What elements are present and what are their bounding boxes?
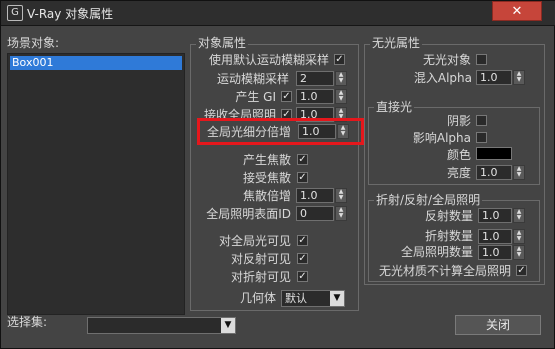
vray-object-properties-window: G V-Ray 对象属性 ✕ 场景对象: Box001 选择集: ▼ 对象属性 … bbox=[0, 0, 555, 349]
mb-samples-label: 运动模糊采样 bbox=[216, 72, 289, 86]
spinner-down-icon[interactable]: ▼ bbox=[336, 96, 346, 102]
color-swatch[interactable] bbox=[476, 147, 512, 160]
generate-caustics-checkbox[interactable]: ✓ bbox=[297, 154, 308, 165]
caustics-mult-label: 焦散倍增 bbox=[242, 189, 291, 203]
visible-to-reflections-checkbox[interactable]: ✓ bbox=[297, 253, 308, 264]
close-button[interactable]: 关闭 bbox=[455, 315, 541, 335]
visible-to-gi-label: 对全局光可见 bbox=[218, 234, 291, 248]
generate-gi-label: 产生 GI bbox=[235, 90, 276, 104]
visible-to-gi-checkbox[interactable]: ✓ bbox=[297, 235, 308, 246]
visible-to-refractions-label: 对折射可见 bbox=[230, 270, 291, 284]
use-default-mb-label: 使用默认运动模糊采样 bbox=[208, 53, 329, 67]
alpha-contribution-value[interactable]: 1.0 bbox=[476, 70, 512, 85]
gi-amount-spinner[interactable]: 1.0 ▲ ▼ bbox=[478, 245, 525, 260]
mb-samples-spinner[interactable]: 2 ▲ ▼ bbox=[296, 71, 347, 86]
gi-amount-label: 全局照明数量 bbox=[400, 245, 473, 259]
spinner-down-icon[interactable]: ▼ bbox=[336, 213, 346, 219]
no-gi-on-other-label: 无光材质不计算全局照明 bbox=[378, 264, 511, 278]
alpha-contribution-label: 混入Alpha bbox=[413, 71, 472, 85]
highlight-annotation-box bbox=[197, 118, 364, 145]
caustics-mult-value[interactable]: 1.0 bbox=[296, 188, 334, 203]
receive-caustics-label: 接受焦散 bbox=[242, 171, 291, 185]
generate-gi-spinner[interactable]: 1.0 ▲ ▼ bbox=[296, 89, 347, 104]
generate-caustics-label: 产生焦散 bbox=[242, 153, 291, 167]
chevron-down-icon: ▼ bbox=[221, 318, 235, 333]
spinner-down-icon[interactable]: ▼ bbox=[514, 215, 524, 221]
title-bar: G V-Ray 对象属性 ✕ bbox=[1, 1, 555, 26]
selection-set-dropdown[interactable]: ▼ bbox=[87, 317, 236, 334]
spinner-down-icon[interactable]: ▼ bbox=[514, 236, 524, 242]
refraction-amount-value[interactable]: 1.0 bbox=[478, 208, 512, 223]
refraction-amount-label: 反射数量 bbox=[424, 209, 473, 223]
spinner-down-icon[interactable]: ▼ bbox=[514, 77, 524, 83]
scene-objects-list[interactable]: Box001 bbox=[7, 53, 185, 315]
spinner-down-icon[interactable]: ▼ bbox=[514, 172, 524, 178]
gi-surface-id-label: 全局照明表面ID bbox=[206, 207, 291, 221]
color-label: 颜色 bbox=[446, 148, 471, 162]
window-title: V-Ray 对象属性 bbox=[27, 7, 114, 21]
generate-gi-value[interactable]: 1.0 bbox=[296, 89, 334, 104]
spinner-down-icon[interactable]: ▼ bbox=[336, 195, 346, 201]
brightness-label: 亮度 bbox=[446, 166, 471, 180]
affect-alpha-label: 影响Alpha bbox=[412, 131, 471, 145]
shadows-label: 阴影 bbox=[446, 114, 471, 128]
brightness-value[interactable]: 1.0 bbox=[476, 165, 512, 180]
gi-surface-id-value[interactable]: 0 bbox=[296, 206, 334, 221]
no-gi-on-other-checkbox[interactable]: ✓ bbox=[516, 265, 527, 276]
matte-properties-group-label: 无光属性 bbox=[370, 36, 423, 50]
caustics-mult-spinner[interactable]: 1.0 ▲ ▼ bbox=[296, 188, 347, 203]
selection-set-label: 选择集: bbox=[7, 315, 48, 329]
list-item[interactable]: Box001 bbox=[10, 56, 182, 70]
gi-amount-value[interactable]: 1.0 bbox=[478, 245, 512, 260]
visible-to-refractions-checkbox[interactable]: ✓ bbox=[297, 271, 308, 282]
direct-light-group-label: 直接光 bbox=[374, 100, 415, 114]
receive-caustics-checkbox[interactable]: ✓ bbox=[297, 172, 308, 183]
gi-surface-id-spinner[interactable]: 0 ▲ ▼ bbox=[296, 206, 347, 221]
brightness-spinner[interactable]: 1.0 ▲ ▼ bbox=[476, 165, 525, 180]
mb-samples-value[interactable]: 2 bbox=[296, 71, 334, 86]
spinner-down-icon[interactable]: ▼ bbox=[514, 252, 524, 258]
reflection-amount-spinner[interactable]: 1.0 ▲ ▼ bbox=[478, 229, 525, 244]
visible-to-reflections-label: 对反射可见 bbox=[230, 252, 291, 266]
object-properties-group-label: 对象属性 bbox=[196, 36, 249, 50]
geometry-dropdown[interactable]: 默认 ▼ bbox=[281, 290, 345, 307]
spinner-down-icon[interactable]: ▼ bbox=[336, 78, 346, 84]
geometry-label: 几何体 bbox=[239, 291, 276, 305]
alpha-contribution-spinner[interactable]: 1.0 ▲ ▼ bbox=[476, 70, 525, 85]
matte-object-checkbox[interactable] bbox=[476, 54, 487, 65]
affect-alpha-checkbox[interactable] bbox=[476, 132, 487, 143]
reflection-amount-value[interactable]: 1.0 bbox=[478, 229, 512, 244]
refraction-amount-spinner[interactable]: 1.0 ▲ ▼ bbox=[478, 208, 525, 223]
chevron-down-icon: ▼ bbox=[330, 291, 344, 306]
scene-objects-label: 场景对象: bbox=[7, 36, 60, 50]
app-icon: G bbox=[7, 5, 23, 21]
shadows-checkbox[interactable] bbox=[476, 115, 487, 126]
close-window-button[interactable]: ✕ bbox=[492, 1, 542, 21]
geometry-value: 默认 bbox=[285, 292, 307, 305]
use-default-mb-checkbox[interactable]: ✓ bbox=[334, 54, 345, 65]
reflection-amount-label: 折射数量 bbox=[424, 229, 473, 243]
reflection-refraction-gi-group-label: 折射/反射/全局照明 bbox=[374, 193, 483, 207]
generate-gi-checkbox[interactable]: ✓ bbox=[281, 91, 292, 102]
matte-object-label: 无光对象 bbox=[422, 53, 471, 67]
